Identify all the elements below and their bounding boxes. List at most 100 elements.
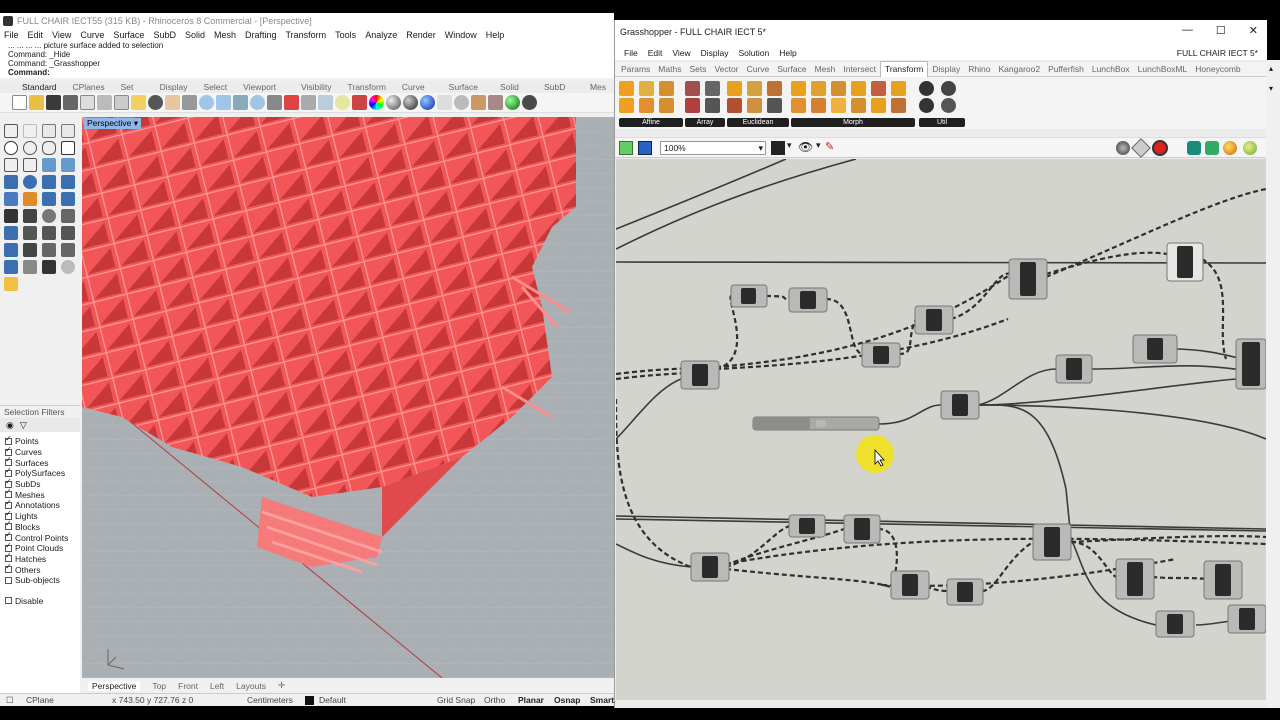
status-grid-snap[interactable]: Grid Snap — [437, 695, 475, 705]
gh-component[interactable] — [890, 570, 930, 600]
status-ortho[interactable]: Ortho — [484, 695, 505, 705]
color-wheel-icon[interactable] — [369, 95, 384, 110]
check-icon[interactable] — [42, 260, 56, 274]
toolbar-tab-subd-tools[interactable]: SubD Tools — [536, 81, 582, 104]
rhino-menu-solid[interactable]: Solid — [185, 30, 205, 40]
filter-item-point-clouds[interactable]: Point Clouds — [0, 541, 80, 554]
save-icon[interactable] — [46, 95, 61, 110]
polar-array-icon[interactable] — [705, 81, 720, 96]
toolbar-tab-transform[interactable]: Transform — [339, 81, 393, 93]
cylinder-icon[interactable] — [42, 175, 56, 189]
gh-component[interactable] — [914, 305, 954, 335]
rhino-menu-curve[interactable]: Curve — [80, 30, 104, 40]
zoom-extents-icon[interactable] — [771, 141, 785, 155]
stretch-icon[interactable] — [659, 98, 674, 113]
join-icon[interactable] — [4, 209, 18, 223]
polyline-icon[interactable] — [42, 124, 56, 138]
render-icon[interactable] — [505, 95, 520, 110]
move-icon[interactable] — [747, 81, 762, 96]
ellipse-icon[interactable] — [42, 141, 56, 155]
curve-icon[interactable] — [61, 124, 75, 138]
rotate-axis-icon[interactable] — [747, 98, 762, 113]
splop-icon[interactable] — [891, 98, 906, 113]
toolbar-tab-solid-tools[interactable]: Solid Tools — [492, 81, 536, 104]
gh-tab-honeycomb[interactable]: Honeycomb — [1191, 62, 1244, 77]
tools-icon[interactable] — [471, 95, 486, 110]
dimension-icon[interactable] — [4, 243, 18, 257]
perspective-viewport[interactable] — [82, 117, 614, 678]
pan-icon[interactable] — [165, 95, 180, 110]
select-arrow-icon[interactable] — [4, 124, 18, 138]
extrude-icon[interactable] — [61, 175, 75, 189]
layer-icon[interactable] — [23, 260, 37, 274]
rectangular-array-icon[interactable] — [705, 98, 720, 113]
affine-icon[interactable] — [619, 81, 634, 96]
text-object-icon[interactable] — [23, 243, 37, 257]
grid-options-icon[interactable] — [488, 95, 503, 110]
filter-item-subds[interactable]: SubDs — [0, 477, 80, 490]
compound-icon[interactable] — [919, 81, 934, 96]
open-file-icon[interactable] — [29, 95, 44, 110]
toolbar-tab-curve-tools[interactable]: Curve Tools — [394, 81, 441, 104]
undo-icon[interactable] — [148, 95, 163, 110]
filter-item-sub-objects[interactable]: Sub-objects — [0, 575, 80, 586]
eye-icon[interactable]: ◉ — [6, 420, 14, 431]
shear-icon[interactable] — [639, 98, 654, 113]
gh-component[interactable] — [1008, 258, 1048, 300]
gh-component[interactable] — [1055, 354, 1093, 384]
gh-menu-edit[interactable]: Edit — [643, 48, 668, 58]
filter-disable[interactable]: Disable — [0, 596, 80, 607]
boolean-difference-icon[interactable] — [23, 192, 37, 206]
gh-menu-file[interactable]: File — [619, 48, 643, 58]
rhino-menu-tools[interactable]: Tools — [335, 30, 356, 40]
block-icon[interactable] — [4, 260, 18, 274]
viewport-tab-top[interactable]: Top — [152, 681, 166, 691]
gh-component[interactable] — [861, 342, 901, 368]
new-file-icon[interactable] — [12, 95, 27, 110]
gh-tab-pufferfish[interactable]: Pufferfish — [1044, 62, 1088, 77]
add-tab-icon[interactable]: ✛ — [278, 680, 285, 691]
gh-component[interactable] — [1203, 560, 1243, 600]
gh-tab-lunchbox[interactable]: LunchBox — [1088, 62, 1134, 77]
selected-only-icon[interactable] — [1187, 141, 1201, 155]
loft-icon[interactable] — [61, 158, 75, 172]
rhino-menu-subd[interactable]: SubD — [153, 30, 176, 40]
sphere-preview-icon[interactable] — [1243, 141, 1257, 155]
gh-menu-solution[interactable]: Solution — [734, 48, 775, 58]
filter-item-control-points[interactable]: Control Points — [0, 530, 80, 543]
stretch-morph-icon[interactable] — [811, 98, 826, 113]
gh-tab-rhino[interactable]: Rhino — [964, 62, 994, 77]
gh-component[interactable] — [730, 284, 768, 308]
gh-tab-maths[interactable]: Maths — [654, 62, 685, 77]
surface-box-icon[interactable] — [831, 98, 846, 113]
zoom-selected-icon[interactable] — [250, 95, 265, 110]
scroll-down-icon[interactable]: ▾ — [1269, 84, 1273, 93]
maximize-icon[interactable]: ☐ — [1216, 24, 1226, 37]
rhino-menu-analyze[interactable]: Analyze — [365, 30, 397, 40]
zoom-window-icon[interactable] — [216, 95, 231, 110]
minimize-icon[interactable]: — — [1182, 24, 1193, 37]
explode-icon[interactable] — [23, 209, 37, 223]
paste-icon[interactable] — [131, 95, 146, 110]
rhino-menu-surface[interactable]: Surface — [113, 30, 144, 40]
filter-item-curves[interactable]: Curves — [0, 445, 80, 458]
sphere-icon[interactable] — [23, 175, 37, 189]
rhino-menu-file[interactable]: File — [4, 30, 19, 40]
zoom-select[interactable]: 100% — [660, 141, 766, 155]
mirror-icon[interactable] — [727, 81, 742, 96]
filter-icon[interactable]: ▽ — [20, 420, 27, 431]
surface-icon[interactable] — [42, 158, 56, 172]
filter-item-surfaces[interactable]: Surfaces — [0, 455, 80, 468]
gh-menu-help[interactable]: Help — [774, 48, 801, 58]
number-slider[interactable] — [752, 416, 880, 431]
gh-tab-surface[interactable]: Surface — [773, 62, 810, 77]
circle-icon[interactable] — [4, 141, 18, 155]
rhino-menu-transform[interactable]: Transform — [286, 30, 327, 40]
fillet-icon[interactable] — [4, 158, 18, 172]
rhino-menu-mesh[interactable]: Mesh — [214, 30, 236, 40]
box-morph-icon[interactable] — [811, 81, 826, 96]
paint-icon[interactable] — [4, 277, 18, 291]
boolean-union-icon[interactable] — [4, 192, 18, 206]
gh-component[interactable] — [1115, 558, 1155, 600]
scroll-up-icon[interactable]: ▴ — [1269, 64, 1273, 73]
